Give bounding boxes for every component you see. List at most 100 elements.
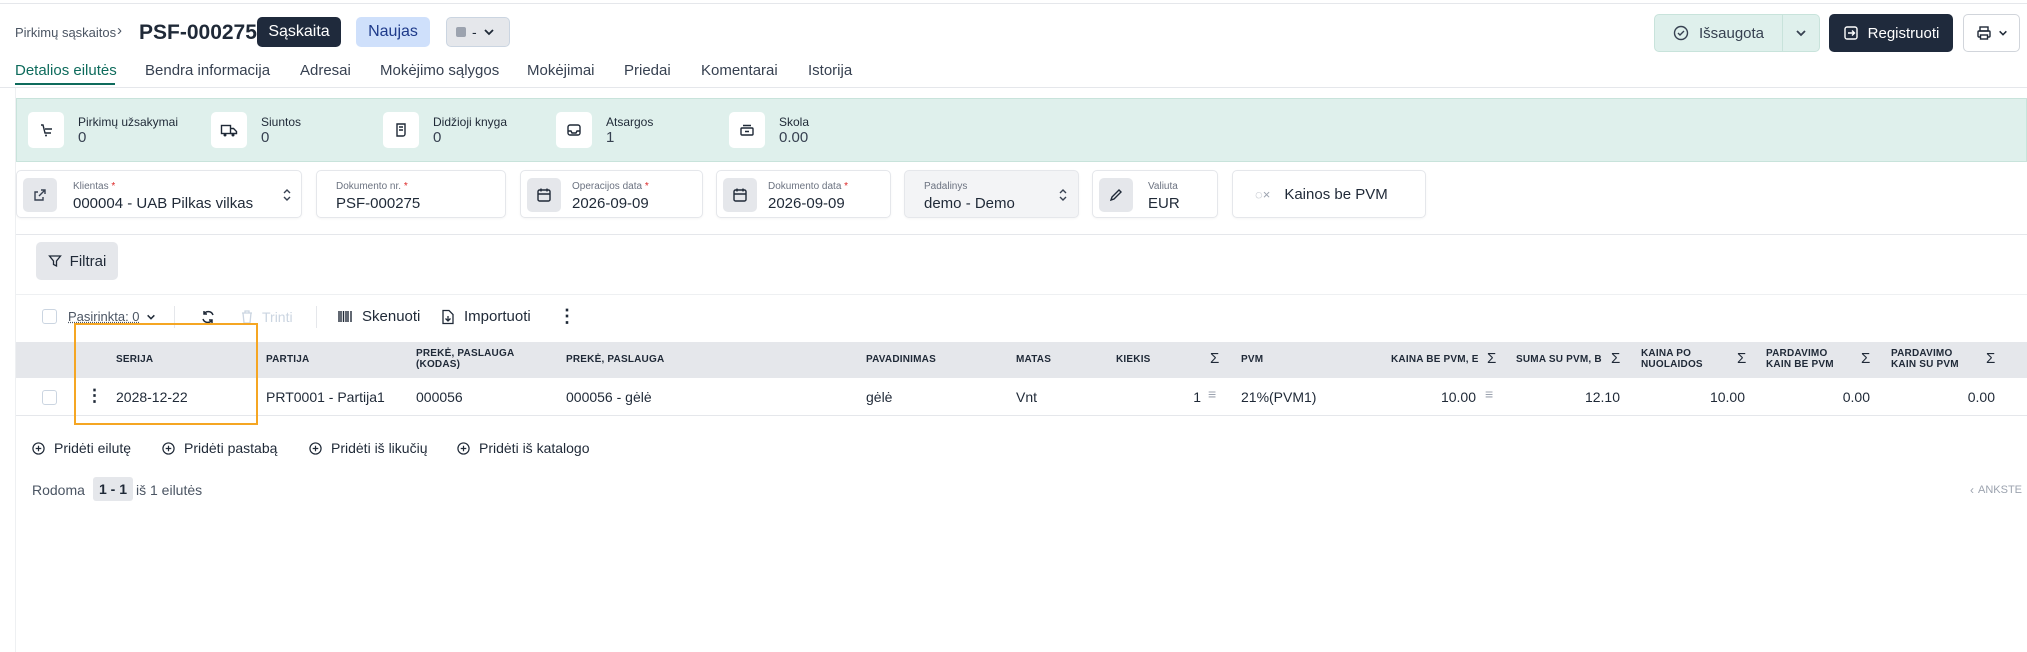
status-select[interactable]: - bbox=[446, 17, 510, 47]
tab-detail-lines[interactable]: Detalios eilutės bbox=[15, 62, 117, 79]
toolbar-separator bbox=[316, 306, 317, 328]
doc-number-value: PSF-000275 bbox=[336, 195, 421, 212]
department-field[interactable]: Padalinys demo - Demo bbox=[904, 170, 1079, 218]
currency-field[interactable]: Valiuta EUR bbox=[1092, 170, 1218, 218]
cell-name[interactable]: gėlė bbox=[866, 389, 892, 405]
add-from-catalog-button[interactable]: Pridėti iš katalogo bbox=[457, 440, 590, 456]
calendar-icon bbox=[527, 178, 561, 212]
content-left-border bbox=[15, 88, 16, 652]
import-button[interactable]: Importuoti bbox=[441, 308, 531, 325]
row-checkbox[interactable] bbox=[42, 390, 57, 405]
operation-date-value: 2026-09-09 bbox=[572, 195, 649, 212]
cell-sum-incl-vat[interactable]: 12.10 bbox=[1516, 389, 1620, 405]
stats-banner bbox=[16, 98, 2027, 162]
menu-lines-icon[interactable]: ≡ bbox=[1208, 386, 1216, 402]
cell-discounted-price[interactable]: 10.00 bbox=[1641, 389, 1745, 405]
plus-circle-icon bbox=[32, 441, 45, 455]
col-header-sale-price-excl-vat[interactable]: PARDAVIMO KAIN BE PVM bbox=[1766, 348, 1852, 370]
sum-icon[interactable]: Σ bbox=[1487, 350, 1496, 367]
print-button[interactable] bbox=[1963, 14, 2020, 52]
sum-icon[interactable]: Σ bbox=[1737, 350, 1746, 367]
stat-shipments[interactable]: Siuntos 0 bbox=[211, 112, 301, 148]
toggle-off-icon: ◌× bbox=[1255, 186, 1271, 202]
tabs-divider bbox=[0, 87, 2027, 88]
col-header-name[interactable]: PAVADINIMAS bbox=[866, 354, 936, 365]
add-from-stock-label: Pridėti iš likučių bbox=[331, 440, 428, 456]
col-header-unit[interactable]: MATAS bbox=[1016, 354, 1051, 365]
saved-button[interactable]: Išsaugota bbox=[1655, 15, 1783, 51]
filters-bar bbox=[16, 234, 2027, 290]
tab-comments[interactable]: Komentarai bbox=[701, 62, 778, 79]
sum-icon[interactable]: Σ bbox=[1611, 350, 1620, 367]
color-square-icon bbox=[456, 27, 466, 37]
col-header-quantity[interactable]: KIEKIS bbox=[1116, 354, 1151, 365]
type-badge: Sąskaita bbox=[257, 17, 341, 47]
doc-number-field[interactable]: Dokumento nr. * PSF-000275 bbox=[316, 170, 506, 218]
cell-price-excl-vat[interactable]: 10.00 bbox=[1391, 389, 1476, 405]
client-label: Klientas * bbox=[73, 181, 116, 192]
tab-payments[interactable]: Mokėjimai bbox=[527, 62, 595, 79]
selected-dropdown[interactable]: Pasirinkta: 0 bbox=[68, 309, 156, 324]
document-date-field[interactable]: Dokumento data * 2026-09-09 bbox=[716, 170, 891, 218]
sum-icon[interactable]: Σ bbox=[1986, 350, 1995, 367]
sum-icon[interactable]: Σ bbox=[1210, 350, 1219, 367]
tab-attachments[interactable]: Priedai bbox=[624, 62, 671, 79]
col-header-item-code[interactable]: PREKĖ, PASLAUGA (KODAS) bbox=[416, 348, 516, 370]
add-from-catalog-label: Pridėti iš katalogo bbox=[479, 440, 590, 456]
stat-general-ledger[interactable]: Didžioji knyga 0 bbox=[383, 112, 507, 148]
select-all-checkbox[interactable] bbox=[42, 309, 57, 324]
add-from-stock-button[interactable]: Pridėti iš likučių bbox=[309, 440, 427, 456]
pagination-prev-button[interactable]: ‹ ANKSTE bbox=[1970, 483, 2022, 497]
breadcrumb-link[interactable]: Pirkimų sąskaitos bbox=[15, 25, 116, 40]
sign-in-icon bbox=[1843, 26, 1858, 40]
more-vertical-icon[interactable]: ⋮ bbox=[558, 306, 576, 327]
tab-payment-terms[interactable]: Mokėjimo sąlygos bbox=[380, 62, 499, 79]
cell-item[interactable]: 000056 - gėlė bbox=[566, 389, 652, 405]
add-line-button[interactable]: Pridėti eilutę bbox=[32, 440, 131, 456]
stat-value: 0 bbox=[261, 128, 270, 146]
cell-unit[interactable]: Vnt bbox=[1016, 389, 1037, 405]
tab-addresses[interactable]: Adresai bbox=[300, 62, 351, 79]
plus-circle-icon bbox=[162, 441, 175, 455]
pagination-prev-label: ANKSTE bbox=[1978, 484, 2023, 496]
toolbar-divider bbox=[16, 294, 2027, 295]
printer-icon bbox=[1976, 26, 1991, 40]
saved-label: Išsaugota bbox=[1698, 24, 1765, 42]
cell-item-code[interactable]: 000056 bbox=[416, 389, 463, 405]
active-tab-indicator bbox=[15, 83, 115, 85]
prices-without-vat-toggle[interactable]: ◌× Kainos be PVM bbox=[1232, 170, 1426, 218]
register-label: Registruoti bbox=[1867, 24, 1940, 42]
prices-toggle-label: Kainos be PVM bbox=[1284, 185, 1388, 203]
stat-value: 0 bbox=[78, 128, 87, 146]
col-header-discounted-price[interactable]: KAINA PO NUOLAIDOS bbox=[1641, 348, 1711, 370]
tab-general-info[interactable]: Bendra informacija bbox=[145, 62, 270, 79]
col-header-price-excl-vat[interactable]: KAINA BE PVM, E bbox=[1391, 354, 1491, 365]
cell-vat[interactable]: 21%(PVM1) bbox=[1241, 389, 1316, 405]
saved-dropdown-toggle[interactable] bbox=[1783, 27, 1819, 39]
cell-sale-price-excl-vat[interactable]: 0.00 bbox=[1766, 389, 1870, 405]
filters-button[interactable]: Filtrai bbox=[36, 242, 118, 280]
stat-purchase-orders[interactable]: Pirkimų užsakymai 0 bbox=[28, 112, 178, 148]
col-header-sale-price-incl-vat[interactable]: PARDAVIMO KAIN SU PVM bbox=[1891, 348, 1977, 370]
stat-debt[interactable]: Skola 0.00 bbox=[729, 112, 809, 148]
sum-icon[interactable]: Σ bbox=[1861, 350, 1870, 367]
operation-date-field[interactable]: Operacijos data * 2026-09-09 bbox=[520, 170, 703, 218]
client-field[interactable]: Klientas * 000004 - UAB Pilkas vilkas bbox=[16, 170, 302, 218]
department-label: Padalinys bbox=[924, 181, 968, 192]
menu-lines-icon[interactable]: ≡ bbox=[1485, 386, 1493, 402]
col-header-batch[interactable]: PARTIJA bbox=[266, 354, 309, 365]
cell-sale-price-incl-vat[interactable]: 0.00 bbox=[1891, 389, 1995, 405]
col-header-sum-incl-vat[interactable]: SUMA SU PVM, B bbox=[1516, 354, 1612, 365]
tab-history[interactable]: Istorija bbox=[808, 62, 852, 79]
document-date-label: Dokumento data * bbox=[768, 181, 849, 192]
col-header-vat[interactable]: PVM bbox=[1241, 354, 1263, 365]
stat-inventory[interactable]: Atsargos 1 bbox=[556, 112, 653, 148]
doc-number-label: Dokumento nr. * bbox=[336, 181, 408, 192]
register-button[interactable]: Registruoti bbox=[1829, 14, 1953, 52]
add-note-button[interactable]: Pridėti pastabą bbox=[162, 440, 277, 456]
col-header-item[interactable]: PREKĖ, PASLAUGA bbox=[566, 354, 664, 365]
scan-button[interactable]: Skenuoti bbox=[338, 308, 420, 325]
cell-batch[interactable]: PRT0001 - Partija1 bbox=[266, 389, 385, 405]
cell-quantity[interactable]: 1 bbox=[1116, 389, 1201, 405]
stat-label: Pirkimų užsakymai bbox=[78, 114, 179, 129]
